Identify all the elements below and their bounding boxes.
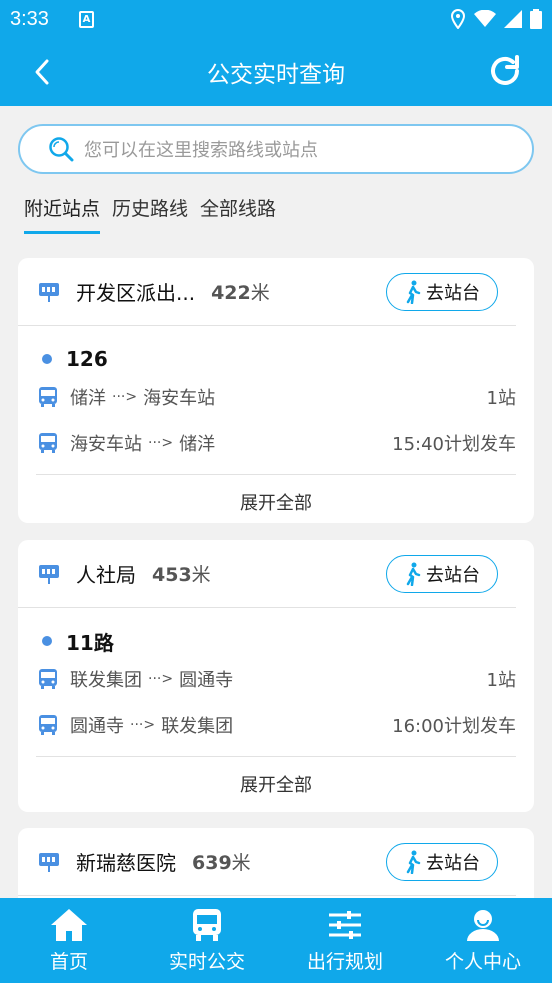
nav-profile[interactable]: 个人中心 <box>414 898 552 983</box>
go-to-stop-button[interactable]: 去站台 <box>386 842 498 881</box>
bus-stop-sign-icon <box>38 281 60 303</box>
direction-row[interactable]: 联发集团 ···> 圆通寺 1站 <box>18 656 534 702</box>
go-to-stop-label: 去站台 <box>426 282 480 304</box>
direction-row[interactable]: 圆通寺 ···> 联发集团 16:00计划发车 <box>18 702 534 748</box>
stop-name: 新瑞慈医院 <box>76 851 176 875</box>
user-icon <box>467 910 499 941</box>
nav-realtime-bus-label: 实时公交 <box>168 951 245 973</box>
walking-person-icon <box>406 562 421 586</box>
stop-card-header: 人社局 453米 去站台 <box>18 540 516 608</box>
bus-icon <box>39 715 57 735</box>
bus-icon <box>39 433 57 453</box>
sliders-icon <box>329 911 361 939</box>
location-icon <box>450 9 466 29</box>
bus-icon <box>193 909 221 941</box>
direction-info: 16:00计划发车 <box>392 716 516 737</box>
direction-to: 联发集团 <box>161 716 234 737</box>
direction-info: 1站 <box>486 388 516 409</box>
direction-row[interactable]: 储洋 ···> 海安车站 1站 <box>18 374 534 420</box>
tab-history-routes[interactable]: 历史路线 <box>112 194 188 234</box>
bus-icon <box>39 669 57 689</box>
dotted-arrow-icon: ···> <box>130 717 156 733</box>
go-to-stop-label: 去站台 <box>426 852 480 874</box>
stop-card-header: 开发区派出... 422米 去站台 <box>18 258 516 326</box>
bus-stop-sign-icon <box>38 563 60 585</box>
status-bar: 3:33 A <box>0 0 552 38</box>
nav-trip-planning-label: 出行规划 <box>306 951 383 973</box>
direction-from: 联发集团 <box>70 670 142 691</box>
nav-profile-label: 个人中心 <box>444 951 521 973</box>
direction-to: 圆通寺 <box>179 670 234 691</box>
wifi-icon <box>474 10 496 27</box>
bottom-nav: 首页 实时公交 出行规划 个人中心 <box>0 898 552 983</box>
nav-home-label: 首页 <box>49 951 88 973</box>
go-to-stop-button[interactable]: 去站台 <box>386 272 498 311</box>
route-number: 126 <box>66 347 108 371</box>
route-name[interactable]: 126 <box>18 326 534 374</box>
stop-distance: 422米 <box>211 282 270 304</box>
go-to-stop-label: 去站台 <box>426 564 480 586</box>
refresh-button[interactable] <box>486 52 524 90</box>
expand-all-button[interactable]: 展开全部 <box>36 756 516 810</box>
stop-distance: 453米 <box>152 564 211 586</box>
dotted-arrow-icon: ···> <box>148 671 174 687</box>
tab-all-routes[interactable]: 全部线路 <box>200 194 276 234</box>
direction-from: 圆通寺 <box>70 716 124 737</box>
chevron-left-icon <box>35 59 49 85</box>
stop-distance: 639米 <box>192 852 251 874</box>
go-to-stop-button[interactable]: 去站台 <box>386 554 498 593</box>
refresh-icon <box>491 55 519 85</box>
expand-all-button[interactable]: 展开全部 <box>36 474 516 528</box>
route-number: 11路 <box>66 630 114 655</box>
stop-name: 人社局 <box>76 563 136 587</box>
app-bar: 公交实时查询 <box>0 38 552 106</box>
walking-person-icon <box>406 850 421 874</box>
status-icons <box>450 9 542 29</box>
route-dot <box>42 636 52 646</box>
direction-to: 海安车站 <box>143 388 216 409</box>
stop-card: 开发区派出... 422米 去站台 126 储洋 ···> 海安车站 1站 海安… <box>18 258 534 523</box>
direction-info: 15:40计划发车 <box>392 434 516 455</box>
nav-trip-planning[interactable]: 出行规划 <box>276 898 414 983</box>
direction-info: 1站 <box>486 670 516 691</box>
nav-home[interactable]: 首页 <box>0 898 138 983</box>
route-dot <box>42 354 52 364</box>
walking-person-icon <box>406 280 421 304</box>
direction-from: 海安车站 <box>70 434 142 455</box>
direction-row[interactable]: 海安车站 ···> 储洋 15:40计划发车 <box>18 420 534 466</box>
route-name[interactable]: 11路 <box>18 608 534 656</box>
bus-stop-sign-icon <box>38 851 60 873</box>
dotted-arrow-icon: ···> <box>148 435 174 451</box>
direction-from: 储洋 <box>70 388 106 409</box>
search-icon <box>49 137 74 162</box>
bus-icon <box>39 387 57 407</box>
stop-card-header: 新瑞慈医院 639米 去站台 <box>18 828 516 896</box>
search-input[interactable]: 您可以在这里搜索路线或站点 <box>18 124 534 174</box>
tab-nearby-stops[interactable]: 附近站点 <box>24 194 101 234</box>
status-time: 3:33 <box>10 7 49 30</box>
direction-to: 储洋 <box>179 434 216 455</box>
signal-icon <box>504 10 522 28</box>
dotted-arrow-icon: ···> <box>112 389 138 405</box>
stop-card: 人社局 453米 去站台 11路 联发集团 ···> 圆通寺 1站 圆通寺 ··… <box>18 540 534 812</box>
search-placeholder: 您可以在这里搜索路线或站点 <box>84 140 318 161</box>
stop-card: 新瑞慈医院 639米 去站台 <box>18 828 534 898</box>
a-notification-icon: A <box>78 10 94 28</box>
nav-realtime-bus[interactable]: 实时公交 <box>138 898 276 983</box>
page-title: 公交实时查询 <box>207 62 345 88</box>
back-button[interactable] <box>24 54 60 90</box>
stop-name: 开发区派出... <box>76 281 196 305</box>
tab-bar: 附近站点 历史路线 全部线路 <box>24 194 288 234</box>
battery-icon <box>530 9 542 29</box>
home-icon <box>51 909 87 941</box>
